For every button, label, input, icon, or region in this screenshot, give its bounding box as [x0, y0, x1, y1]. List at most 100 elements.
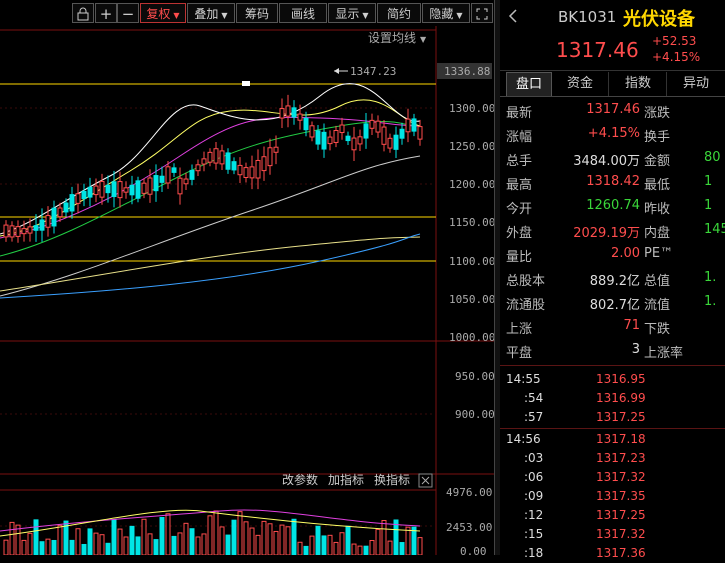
candle — [399, 128, 405, 139]
volume-bar — [87, 528, 93, 555]
tick-price: 1317.25 — [596, 410, 646, 424]
volume-bar — [309, 535, 315, 555]
volume-bar — [15, 524, 21, 555]
volume-bar — [111, 519, 117, 555]
volume-tick: 4976.00 — [446, 486, 492, 499]
stat-value: 2.00 — [611, 246, 640, 261]
tick-row: :54 1316.99 — [500, 389, 725, 408]
tick-row: :15 1317.32 — [500, 525, 725, 544]
volume-bar — [183, 522, 189, 555]
tick-price: 1316.95 — [596, 372, 646, 386]
candle — [135, 180, 141, 199]
chevron-left-icon[interactable] — [508, 8, 518, 23]
price-change-pct: +4.15% — [652, 50, 701, 64]
quote-panel: BK1031 光伏设备 1317.46 +52.53 +4.15% 盘口 资金 … — [500, 0, 725, 560]
price-tick: 1150.00 — [449, 216, 494, 229]
volume-bar — [267, 523, 273, 555]
stat-value: +4.15% — [587, 126, 640, 141]
candle — [183, 178, 189, 185]
candle — [171, 167, 177, 173]
stat-value: 889.2亿 — [589, 274, 640, 289]
volume-bar — [321, 535, 327, 555]
candle — [81, 190, 87, 200]
volume-bar — [81, 543, 87, 555]
candle — [105, 184, 111, 194]
volume-series — [3, 510, 423, 555]
candle — [213, 148, 219, 164]
stat-label: 量比 — [506, 250, 533, 265]
candle — [99, 180, 105, 198]
overlay-button[interactable]: 叠加 ▼ — [187, 3, 235, 23]
change-indicator-button[interactable]: 换指标 — [374, 472, 410, 487]
stat-value: 71 — [623, 318, 640, 333]
ma-settings-link[interactable]: 设置均线 — [368, 31, 416, 45]
candle — [69, 194, 75, 212]
stat-label: 外盘 — [506, 226, 533, 241]
volume-bar — [213, 510, 219, 555]
tick-time: 14:56 — [506, 432, 541, 446]
fuquan-button[interactable]: 复权 ▼ — [140, 3, 186, 23]
stat-row: 今开 1260.74 昨收 1 — [500, 198, 725, 220]
candle — [249, 166, 255, 179]
edit-params-button[interactable]: 改参数 — [282, 472, 318, 487]
hide-button[interactable]: 隐藏 ▼ — [422, 3, 470, 23]
zoom-in-button[interactable]: + — [95, 3, 117, 23]
stat-value: 802.7亿 — [589, 298, 640, 313]
candlestick-series — [3, 94, 423, 243]
volume-tick: 2453.00 — [446, 521, 492, 534]
tick-price: 1316.99 — [596, 391, 646, 405]
draw-line-button[interactable]: 画线 — [279, 3, 327, 23]
caret-down-icon: ▼ — [173, 11, 180, 20]
stat-value: 1260.74 — [586, 198, 640, 213]
fullscreen-button[interactable] — [471, 3, 493, 23]
candle — [153, 175, 159, 192]
candle — [189, 169, 195, 180]
volume-bar — [171, 535, 177, 555]
candle — [309, 125, 315, 138]
tab-movement[interactable]: 异动 — [668, 72, 724, 96]
candle — [255, 159, 261, 179]
high-label: 1347.23 — [350, 65, 396, 78]
stat-label: 总手 — [506, 154, 533, 169]
tab-pankou[interactable]: 盘口 — [506, 72, 552, 97]
lock-icon-button[interactable] — [72, 3, 94, 23]
price-tick: 1100.00 — [449, 255, 494, 268]
simple-button[interactable]: 简约 — [377, 3, 421, 23]
tick-row: :57 1317.25 — [500, 408, 725, 427]
volume-bar — [237, 511, 243, 555]
zoom-out-button[interactable]: − — [117, 3, 139, 23]
line-handle[interactable] — [242, 81, 250, 86]
candle — [39, 219, 45, 231]
tab-index[interactable]: 指数 — [610, 72, 667, 96]
stat-row: 最高 1318.42 最低 1 — [500, 174, 725, 196]
stat-row: 量比 2.00 PE™ — [500, 246, 725, 268]
add-indicator-button[interactable]: 加指标 — [328, 472, 364, 487]
tick-time: :06 — [524, 470, 544, 484]
candle — [405, 118, 411, 133]
candle — [417, 126, 423, 140]
tick-row: :18 1317.36 — [500, 544, 725, 563]
stat-label: PE™ — [644, 246, 674, 261]
candle — [195, 164, 201, 172]
candle — [333, 130, 339, 143]
stat-label: 涨跌 — [644, 106, 671, 121]
volume-bar — [189, 528, 195, 555]
chips-button[interactable]: 筹码 — [236, 3, 278, 23]
candle — [327, 136, 333, 145]
stat-value: 2029.19万 — [573, 226, 640, 241]
stat-label: 换手 — [644, 130, 671, 145]
candle — [219, 150, 225, 165]
candle — [201, 158, 207, 165]
caret-down-icon: ▼ — [362, 11, 369, 20]
tick-time: :03 — [524, 451, 544, 465]
candle — [75, 193, 81, 204]
tick-price: 1317.35 — [596, 489, 646, 503]
tab-funds[interactable]: 资金 — [552, 72, 609, 96]
stat-row: 上涨 71 下跌 — [500, 318, 725, 340]
volume-bar — [231, 519, 237, 555]
display-button[interactable]: 显示 ▼ — [328, 3, 376, 23]
tick-price: 1317.32 — [596, 470, 646, 484]
stat-label: 最高 — [506, 178, 533, 193]
kline-chart[interactable]: 1347.23 设置均线 ▼ 1336.88 1300.00 1250.00 1… — [0, 26, 494, 555]
ma-blue — [0, 233, 421, 299]
